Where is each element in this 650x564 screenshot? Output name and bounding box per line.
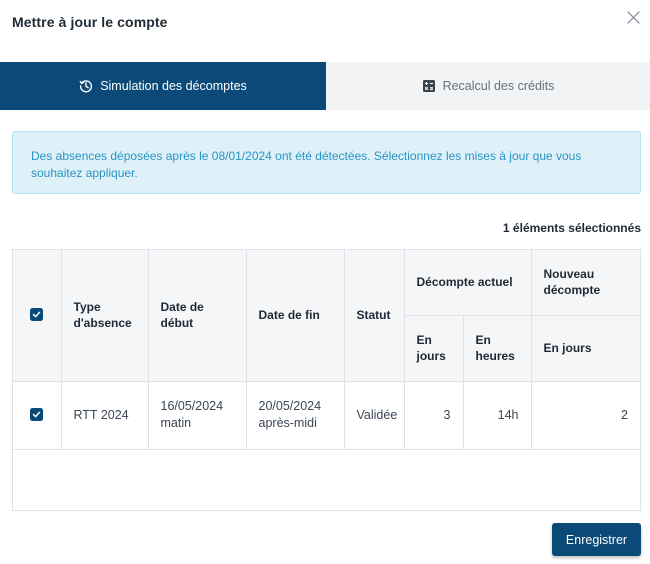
end-period: après-midi [258, 416, 317, 430]
absences-table: Type d'absence Date de début Date de fin… [12, 249, 641, 511]
header-status: Statut [343, 250, 405, 382]
start-period: matin [160, 416, 192, 430]
cell-status: Validée [343, 380, 405, 450]
checkmark-icon [33, 311, 41, 318]
cell-current-hours: 14h [462, 380, 532, 450]
select-all-header [13, 250, 62, 382]
start-date: 16/05/2024 [160, 399, 224, 413]
close-icon [627, 11, 640, 24]
tab-label: Recalcul des crédits [442, 79, 555, 93]
cell-new-days: 2 [530, 380, 640, 450]
modal-title: Mettre à jour le compte [12, 14, 168, 30]
modal-header: Mettre à jour le compte [0, 0, 650, 48]
info-alert: Des absences déposées après le 08/01/202… [12, 131, 641, 194]
alert-text: Des absences déposées après le 08/01/202… [31, 149, 582, 180]
cell-type: RTT 2024 [60, 380, 149, 450]
header-current-count: Décompte actuel [403, 250, 532, 316]
tab-label: Simulation des décomptes [100, 79, 247, 93]
select-all-checkbox[interactable] [30, 308, 44, 322]
update-account-modal: Mettre à jour le compte Simulation des d… [0, 0, 650, 564]
header-type: Type d'absence [60, 250, 149, 382]
tab-recalcul-credits[interactable]: Recalcul des crédits [326, 62, 650, 110]
cell-end-date: 20/05/2024 après-midi [245, 380, 345, 450]
row-checkbox[interactable] [30, 407, 44, 421]
save-button[interactable]: Enregistrer [552, 523, 641, 556]
close-button[interactable] [624, 8, 644, 28]
checkmark-icon [33, 411, 41, 417]
table-row[interactable]: RTT 2024 16/05/2024 matin 20/05/2024 apr… [13, 380, 640, 450]
selected-count: 1 éléments sélectionnés [502, 221, 641, 235]
tab-bar: Simulation des décomptes Recalcul des cr… [0, 62, 650, 110]
header-new-count: Nouveau décompte [530, 250, 640, 316]
history-clock-icon [79, 79, 93, 93]
header-current-days: En jours [404, 314, 464, 382]
end-date: 20/05/2024 [258, 399, 322, 413]
header-new-days: En jours [530, 314, 640, 382]
header-start-date: Date de début [147, 250, 247, 382]
tab-simulation-decomptes[interactable]: Simulation des décomptes [0, 62, 326, 110]
header-current-hours: En heures [462, 314, 532, 382]
row-select-cell [13, 380, 62, 450]
cell-start-date: 16/05/2024 matin [147, 380, 247, 450]
cell-current-days: 3 [403, 380, 464, 450]
header-end-date: Date de fin [245, 250, 345, 382]
calculator-icon [422, 79, 436, 93]
